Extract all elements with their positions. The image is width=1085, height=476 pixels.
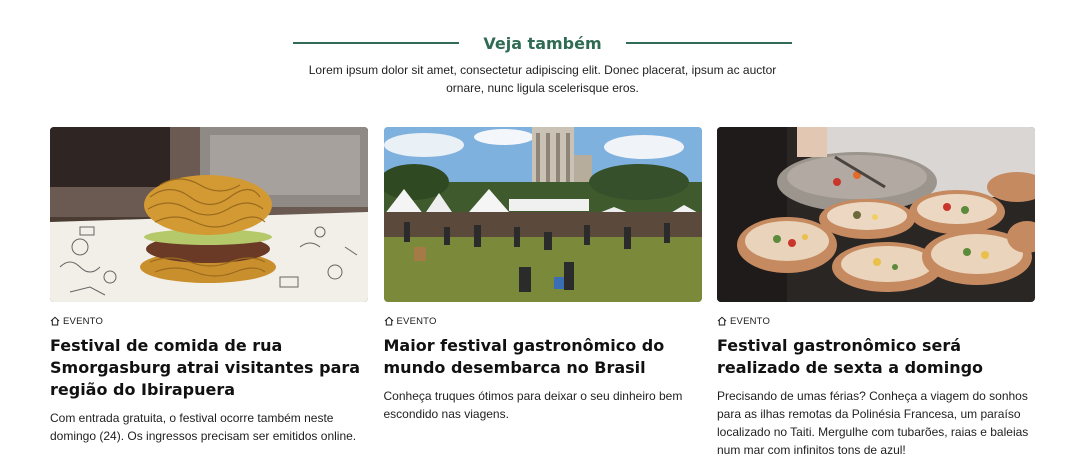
article-title[interactable]: Festival gastronômico será realizado de … bbox=[717, 335, 1035, 379]
section-title: Veja também bbox=[483, 33, 602, 53]
noodle-burger-image[interactable] bbox=[50, 127, 368, 302]
food-bowls-image[interactable] bbox=[717, 127, 1035, 302]
category-label: EVENTO bbox=[396, 315, 437, 327]
outdoor-festival-image[interactable] bbox=[383, 127, 702, 302]
home-icon bbox=[384, 316, 393, 326]
article-card-smorgasburg[interactable]: EVENTO Festival de comida de rua Smorgas… bbox=[50, 127, 368, 459]
card-list: EVENTO Festival de comida de rua Smorgas… bbox=[50, 127, 1035, 459]
article-description: Precisando de umas férias? Conheça a via… bbox=[717, 389, 1029, 457]
article-title[interactable]: Festival de comida de rua Smorgasburg at… bbox=[50, 335, 368, 401]
section-title-row: Veja também bbox=[293, 32, 792, 54]
category-tag: EVENTO bbox=[717, 315, 1035, 327]
category-tag: EVENTO bbox=[384, 315, 702, 327]
article-description: Conheça truques ótimos para deixar o seu… bbox=[383, 389, 683, 421]
food-bowls-photo bbox=[717, 127, 1035, 302]
category-label: EVENTO bbox=[730, 315, 771, 327]
category-label: EVENTO bbox=[63, 315, 104, 327]
section-subtitle: Lorem ipsum dolor sit amet, consectetur … bbox=[308, 63, 777, 95]
title-rule-left bbox=[293, 42, 460, 44]
article-card-festival-brasil[interactable]: EVENTO Maior festival gastronômico do mu… bbox=[383, 127, 702, 459]
noodle-burger-photo bbox=[50, 127, 368, 302]
home-icon bbox=[717, 316, 727, 326]
article-description: Com entrada gratuita, o festival ocorre … bbox=[50, 411, 357, 443]
article-card-sexta-domingo[interactable]: EVENTO Festival gastronômico será realiz… bbox=[717, 127, 1035, 459]
home-icon bbox=[50, 316, 60, 326]
title-rule-right bbox=[625, 42, 792, 44]
outdoor-festival-photo bbox=[383, 127, 702, 302]
category-tag: EVENTO bbox=[50, 315, 368, 327]
article-title[interactable]: Maior festival gastronômico do mundo des… bbox=[384, 335, 702, 379]
